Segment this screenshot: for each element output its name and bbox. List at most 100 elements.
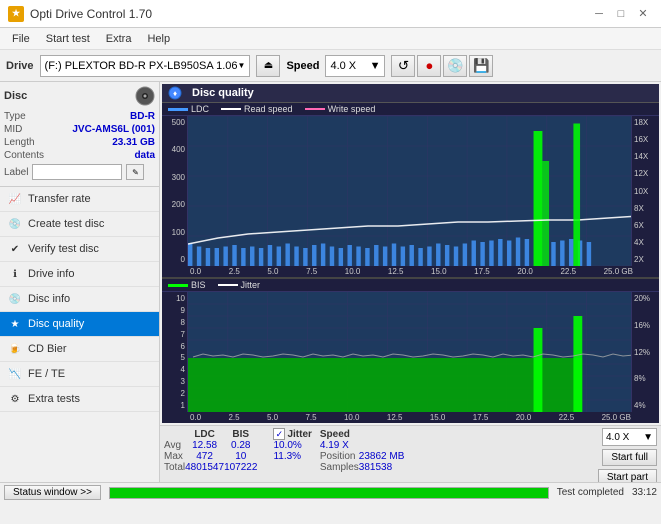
- position-value: 23862 MB: [359, 451, 405, 462]
- upper-y-500: 500: [164, 118, 185, 127]
- mid-value: JVC-AMS6L (001): [72, 124, 155, 135]
- disc-info-icon: 💿: [8, 292, 22, 306]
- upper-y-0: 0: [164, 255, 185, 264]
- nav-fe-te[interactable]: 📉 FE / TE: [0, 362, 159, 387]
- drive-value: (F:) PLEXTOR BD-R PX-LB950SA 1.06: [45, 60, 238, 72]
- write-speed-color: [305, 108, 325, 110]
- stats-right: 4.0 X ▼ Start full Start part: [598, 428, 657, 482]
- upper-yr-2x: 2X: [634, 255, 657, 264]
- maximize-button[interactable]: □: [611, 6, 631, 22]
- speed-dropdown[interactable]: 4.0 X ▼: [325, 55, 385, 77]
- action-buttons: ↺ ● 💿 💾: [391, 55, 493, 77]
- position-label: Position: [312, 451, 359, 462]
- samples-label: Samples: [312, 462, 359, 473]
- title-bar: ★ Opti Drive Control 1.70 ─ □ ✕: [0, 0, 661, 28]
- samples-value: 381538: [359, 462, 405, 473]
- sidebar: Disc Type BD-R MID JVC-AMS6L (001) Leng: [0, 82, 160, 482]
- ldc-label: LDC: [191, 104, 209, 114]
- jitter-checkbox[interactable]: ✓: [273, 428, 285, 440]
- legend-write-speed: Write speed: [305, 104, 376, 114]
- speed-arrow: ▼: [370, 60, 381, 72]
- refresh-button[interactable]: ↺: [391, 55, 415, 77]
- write-speed-label: Write speed: [328, 104, 376, 114]
- avg-bis: 0.28: [224, 440, 257, 451]
- transfer-rate-icon: 📈: [8, 192, 22, 206]
- drive-info-icon: ℹ: [8, 267, 22, 281]
- upper-yr-8x: 8X: [634, 204, 657, 213]
- x-5: 5.0: [267, 267, 278, 276]
- nav-transfer-rate[interactable]: 📈 Transfer rate: [0, 187, 159, 212]
- nav-transfer-rate-label: Transfer rate: [28, 193, 91, 205]
- status-text: Test completed: [557, 487, 624, 498]
- read-speed-label: Read speed: [244, 104, 293, 114]
- stats-speed-dropdown[interactable]: 4.0 X ▼: [602, 428, 657, 446]
- drive-label: Drive: [6, 60, 34, 72]
- upper-y-400: 400: [164, 145, 185, 154]
- nav-disc-quality[interactable]: ★ Disc quality: [0, 312, 159, 337]
- contents-value: data: [134, 150, 155, 161]
- x-25: 25.0 GB: [604, 267, 633, 276]
- main-content: Disc Type BD-R MID JVC-AMS6L (001) Leng: [0, 82, 661, 482]
- bis-label: BIS: [191, 280, 206, 290]
- menu-extra[interactable]: Extra: [98, 31, 140, 47]
- bis-header: BIS: [224, 428, 257, 440]
- chart-header-icon: ♦: [168, 86, 182, 100]
- nav-disc-info-label: Disc info: [28, 293, 70, 305]
- nav-drive-info[interactable]: ℹ Drive info: [0, 262, 159, 287]
- window-controls: ─ □ ✕: [589, 6, 653, 22]
- disc-section: Disc Type BD-R MID JVC-AMS6L (001) Leng: [0, 82, 159, 187]
- upper-chart-svg: [188, 116, 631, 266]
- max-bis: 10: [224, 451, 257, 462]
- disc-action-button[interactable]: 💿: [443, 55, 467, 77]
- drive-bar: Drive (F:) PLEXTOR BD-R PX-LB950SA 1.06 …: [0, 50, 661, 82]
- progress-bar-container: [109, 487, 549, 499]
- start-part-button[interactable]: Start part: [598, 469, 657, 482]
- minimize-button[interactable]: ─: [589, 6, 609, 22]
- ldc-header: LDC: [185, 428, 224, 440]
- max-row-label: Max: [164, 451, 185, 462]
- label-edit-button[interactable]: ✎: [126, 164, 144, 180]
- total-row-label: Total: [164, 462, 185, 473]
- chart-title: Disc quality: [192, 87, 254, 99]
- type-value: BD-R: [130, 111, 155, 122]
- upper-yr-14x: 14X: [634, 152, 657, 161]
- menu-help[interactable]: Help: [139, 31, 178, 47]
- burn-button[interactable]: ●: [417, 55, 441, 77]
- drive-dropdown[interactable]: (F:) PLEXTOR BD-R PX-LB950SA 1.06 ▼: [40, 55, 251, 77]
- start-full-button[interactable]: Start full: [602, 449, 657, 466]
- close-button[interactable]: ✕: [633, 6, 653, 22]
- upper-y-300: 300: [164, 173, 185, 182]
- avg-row-label: Avg: [164, 440, 185, 451]
- ldc-color: [168, 108, 188, 111]
- sidebar-nav: 📈 Transfer rate 💿 Create test disc ✔ Ver…: [0, 187, 159, 482]
- x-22.5: 22.5: [560, 267, 576, 276]
- menu-file[interactable]: File: [4, 31, 38, 47]
- nav-create-test-disc[interactable]: 💿 Create test disc: [0, 212, 159, 237]
- extra-tests-icon: ⚙: [8, 392, 22, 406]
- nav-extra-tests[interactable]: ⚙ Extra tests: [0, 387, 159, 412]
- speed-header: Speed: [312, 428, 359, 440]
- read-speed-color: [221, 108, 241, 110]
- length-value: 23.31 GB: [112, 137, 155, 148]
- speed-value: 4.0 X: [330, 60, 356, 72]
- nav-disc-info[interactable]: 💿 Disc info: [0, 287, 159, 312]
- type-label: Type: [4, 111, 26, 122]
- x-15: 15.0: [431, 267, 447, 276]
- label-label: Label: [4, 167, 28, 178]
- status-window-button[interactable]: Status window >>: [4, 485, 101, 500]
- disc-section-title: Disc: [4, 90, 27, 102]
- nav-cd-bier[interactable]: 🍺 CD Bier: [0, 337, 159, 362]
- upper-yr-4x: 4X: [634, 238, 657, 247]
- save-button[interactable]: 💾: [469, 55, 493, 77]
- nav-disc-quality-label: Disc quality: [28, 318, 84, 330]
- menu-start-test[interactable]: Start test: [38, 31, 98, 47]
- x-12.5: 12.5: [388, 267, 404, 276]
- nav-verify-test-disc[interactable]: ✔ Verify test disc: [0, 237, 159, 262]
- eject-button[interactable]: ⏏: [256, 55, 280, 77]
- disc-icon: [135, 86, 155, 106]
- svg-text:♦: ♦: [173, 89, 177, 98]
- x-7.5: 7.5: [306, 267, 317, 276]
- nav-drive-info-label: Drive info: [28, 268, 74, 280]
- verify-test-disc-icon: ✔: [8, 242, 22, 256]
- label-input[interactable]: [32, 164, 122, 180]
